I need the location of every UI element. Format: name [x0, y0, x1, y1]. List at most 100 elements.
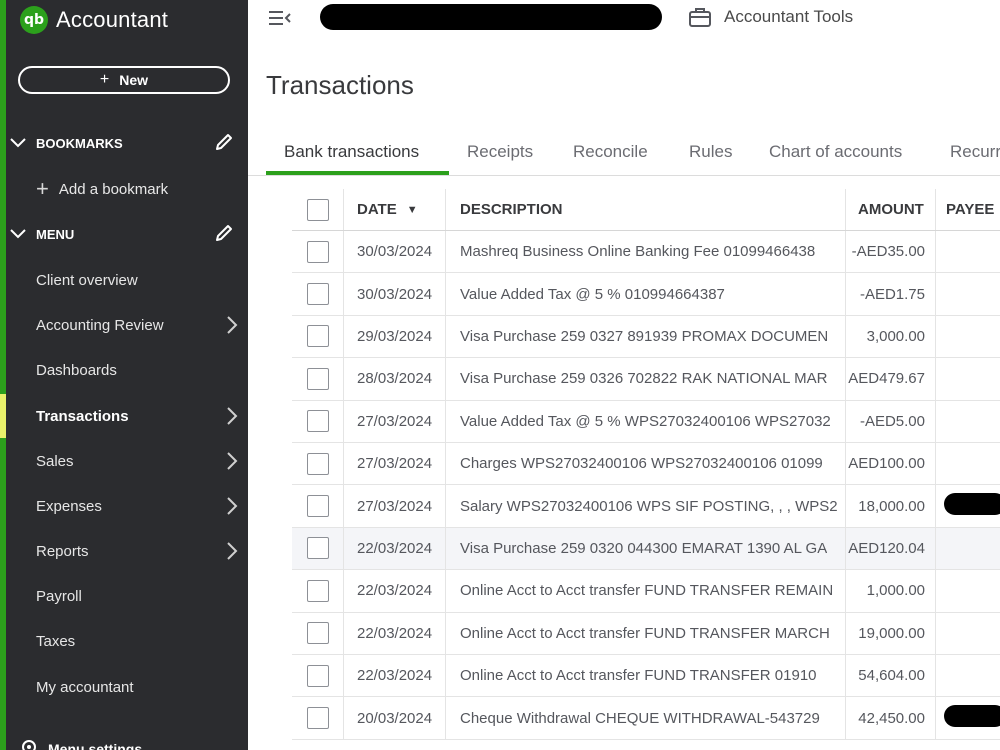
table-row[interactable]: 20/03/2024 Cheque Withdrawal CHEQUE WITHD…	[292, 697, 1000, 740]
date-cell: 22/03/2024	[344, 655, 446, 697]
table-row[interactable]: 27/03/2024 Charges WPS27032400106 WPS2703…	[292, 443, 1000, 486]
sidebar-item-reports[interactable]: Reports	[0, 531, 248, 571]
sidebar-item-label: Expenses	[36, 497, 102, 515]
description-value: Online Acct to Acct transfer FUND TRANSF…	[460, 667, 817, 685]
table-row[interactable]: 30/03/2024 Mashreq Business Online Bankin…	[292, 231, 1000, 274]
tab-chart-of-accounts[interactable]: Chart of accounts	[769, 142, 902, 162]
bookmarks-label: BOOKMARKS	[36, 135, 123, 151]
tab-receipts[interactable]: Receipts	[467, 142, 533, 162]
row-checkbox[interactable]	[306, 452, 329, 475]
table-row[interactable]: 22/03/2024 Visa Purchase 259 0320 044300 …	[292, 527, 1000, 571]
date-value: 29/03/2024	[357, 327, 433, 345]
description-column-header[interactable]: DESCRIPTION	[446, 189, 846, 230]
tab-reconcile[interactable]: Reconcile	[573, 142, 648, 162]
payee-cell[interactable]	[936, 273, 1000, 314]
brand[interactable]: qb Accountant	[20, 4, 168, 36]
add-bookmark-button[interactable]: + Add a bookmark	[36, 176, 168, 202]
pencil-icon[interactable]	[214, 223, 234, 246]
table-row[interactable]: 30/03/2024 Value Added Tax @ 5 % 01099466…	[292, 273, 1000, 316]
payee-cell[interactable]	[936, 697, 1000, 738]
row-checkbox[interactable]	[306, 283, 329, 306]
redacted-company-name	[320, 4, 662, 30]
new-button[interactable]: + New	[18, 66, 230, 94]
description-cell: Mashreq Business Online Banking Fee 0109…	[446, 231, 846, 273]
bookmarks-header[interactable]: BOOKMARKS	[10, 130, 238, 156]
tab-bank-transactions[interactable]: Bank transactions	[284, 142, 419, 162]
table-row[interactable]: 29/03/2024 Visa Purchase 259 0327 891939 …	[292, 315, 1000, 359]
payee-cell[interactable]	[936, 613, 1000, 654]
row-checkbox[interactable]	[306, 367, 329, 390]
table-row[interactable]: 27/03/2024 Salary WPS27032400106 WPS SIF …	[292, 485, 1000, 528]
tab-rules[interactable]: Rules	[689, 142, 732, 162]
row-select-cell	[292, 231, 344, 273]
amount-value: -AED1.75	[859, 285, 925, 303]
table-row[interactable]: 27/03/2024 Value Added Tax @ 5 % WPS27032…	[292, 400, 1000, 443]
menu-header[interactable]: MENU	[10, 221, 238, 247]
payee-cell[interactable]	[936, 358, 1000, 399]
sort-down-icon: ▼	[406, 203, 418, 216]
amount-column-header[interactable]: AMOUNT	[846, 189, 936, 230]
row-checkbox[interactable]	[306, 579, 329, 602]
payee-cell[interactable]	[936, 485, 1000, 526]
payee-cell[interactable]	[936, 528, 1000, 569]
amount-cell: 3,000.00	[846, 315, 936, 358]
payee-cell[interactable]	[936, 570, 1000, 611]
table-row[interactable]: 22/03/2024 Online Acct to Acct transfer F…	[292, 612, 1000, 655]
sidebar-item-accounting-review[interactable]: Accounting Review	[0, 305, 248, 345]
sidebar-item-taxes[interactable]: Taxes	[0, 621, 248, 661]
sidebar-item-label: Transactions	[36, 407, 129, 425]
row-select-cell	[292, 485, 344, 527]
briefcase-icon	[689, 8, 711, 27]
sidebar-item-label: Sales	[36, 452, 74, 470]
date-cell: 30/03/2024	[344, 273, 446, 315]
select-all-checkbox[interactable]	[306, 198, 329, 221]
hamburger-menu-icon[interactable]	[268, 8, 292, 33]
amount-value: -AED35.00	[851, 243, 925, 261]
menu-settings-button[interactable]: Menu settings	[20, 738, 142, 750]
sidebar-item-payroll[interactable]: Payroll	[0, 576, 248, 616]
tab-recurring[interactable]: Recurri	[950, 142, 1000, 162]
payee-cell[interactable]	[936, 443, 1000, 484]
table-row[interactable]: 22/03/2024 Online Acct to Acct transfer F…	[292, 570, 1000, 613]
row-checkbox[interactable]	[306, 240, 329, 263]
sidebar-item-client-overview[interactable]: Client overview	[0, 260, 248, 300]
amount-cell: -AED35.00	[846, 231, 936, 273]
date-value: 27/03/2024	[357, 497, 433, 515]
row-select-cell	[292, 527, 344, 570]
date-column-header[interactable]: DATE ▼	[344, 189, 446, 230]
row-select-cell	[292, 612, 344, 654]
row-checkbox[interactable]	[306, 410, 329, 433]
accountant-tools-button[interactable]: Accountant Tools	[688, 6, 853, 28]
row-checkbox[interactable]	[306, 622, 329, 645]
row-checkbox[interactable]	[306, 537, 329, 560]
row-checkbox[interactable]	[306, 325, 329, 348]
sidebar-item-my-accountant[interactable]: My accountant	[0, 667, 248, 707]
payee-cell[interactable]	[936, 401, 1000, 442]
sidebar-item-label: Reports	[36, 542, 89, 560]
date-cell: 27/03/2024	[344, 443, 446, 485]
table-row[interactable]: 28/03/2024 Visa Purchase 259 0326 702822 …	[292, 358, 1000, 401]
amount-cell: AED120.04	[846, 527, 936, 570]
payee-column-header[interactable]: PAYEE	[936, 189, 1000, 230]
amount-cell: 1,000.00	[846, 570, 936, 612]
row-checkbox[interactable]	[306, 707, 329, 730]
table-row[interactable]: 22/03/2024 Online Acct to Acct transfer F…	[292, 655, 1000, 698]
pencil-icon[interactable]	[214, 132, 234, 155]
description-cell: Online Acct to Acct transfer FUND TRANSF…	[446, 612, 846, 654]
date-value: 30/03/2024	[357, 285, 433, 303]
sidebar-item-transactions[interactable]: Transactions	[0, 396, 248, 436]
page-title: Transactions	[266, 70, 414, 100]
new-button-label: New	[119, 72, 149, 88]
row-checkbox[interactable]	[306, 664, 329, 687]
payee-cell[interactable]	[936, 316, 1000, 357]
date-cell: 28/03/2024	[344, 358, 446, 400]
row-checkbox[interactable]	[306, 495, 329, 518]
payee-cell[interactable]	[936, 231, 1000, 272]
sidebar-item-dashboards[interactable]: Dashboards	[0, 350, 248, 390]
app-root: qb Accountant + New BOOKMARKS + Add a bo…	[0, 0, 1000, 750]
row-select-cell	[292, 400, 344, 442]
sidebar-item-sales[interactable]: Sales	[0, 441, 248, 481]
description-value: Visa Purchase 259 0326 702822 RAK NATION…	[460, 370, 828, 388]
payee-cell[interactable]	[936, 655, 1000, 696]
sidebar-item-expenses[interactable]: Expenses	[0, 486, 248, 526]
